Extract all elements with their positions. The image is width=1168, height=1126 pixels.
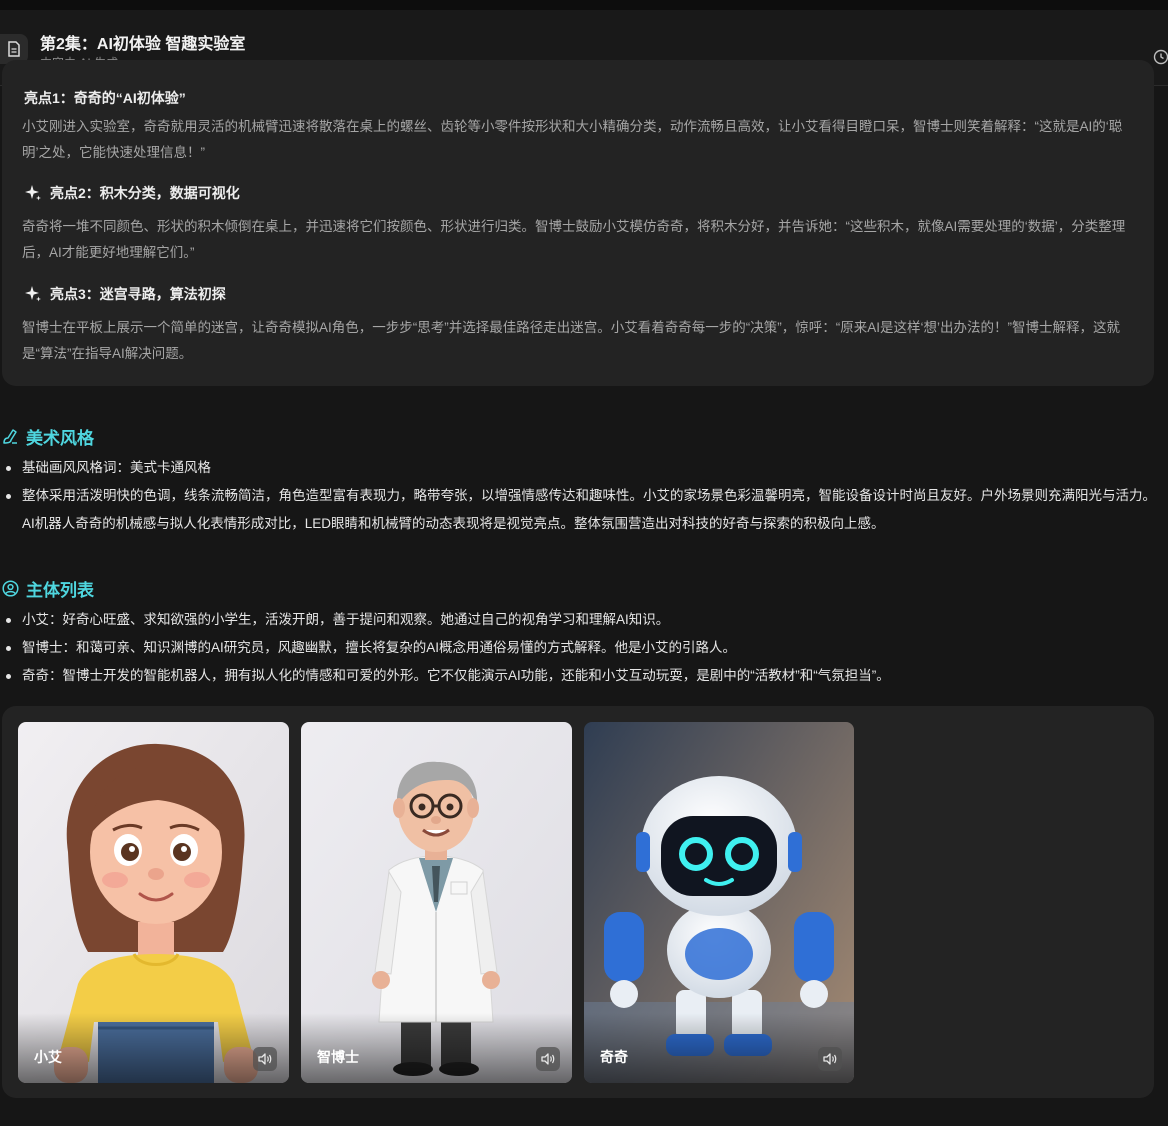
highlight-3-title: 亮点3：迷宫寻路，算法初探 — [24, 284, 226, 304]
speaker-icon[interactable] — [536, 1047, 560, 1071]
highlight-1-title: 亮点1：奇奇的“AI初体验” — [24, 90, 186, 106]
character-name: 小艾 — [34, 1049, 62, 1065]
history-icon[interactable] — [1152, 49, 1168, 65]
highlight-1-desc: 小艾刚进入实验室，奇奇就用灵活的机械臂迅速将散落在桌上的螺丝、齿轮等小零件按形状… — [22, 119, 1123, 160]
character-card-xiaoai[interactable]: 小艾 — [18, 722, 289, 1083]
character-card-zhiboshi[interactable]: 智博士 — [301, 722, 572, 1083]
page-title: 第2集：AI初体验 智趣实验室 — [40, 36, 246, 53]
character-name: 奇奇 — [600, 1049, 628, 1065]
subjects-list: 小艾：好奇心旺盛、求知欲强的小学生，活泼开朗，善于提问和观察。她通过自己的视角学… — [0, 606, 1160, 690]
highlight-2-title: 亮点2：积木分类，数据可视化 — [24, 183, 240, 203]
highlight-3-label: 亮点3：迷宫寻路，算法初探 — [50, 286, 226, 302]
top-strip — [0, 0, 1168, 10]
sparkle-icon — [25, 286, 41, 302]
highlight-2-label: 亮点2：积木分类，数据可视化 — [50, 185, 240, 201]
list-item: 奇奇：智博士开发的智能机器人，拥有拟人化的情感和可爱的外形。它不仅能演示AI功能… — [0, 662, 1160, 690]
speaker-icon[interactable] — [253, 1047, 277, 1071]
brush-icon — [3, 429, 17, 444]
character-name: 智博士 — [317, 1049, 359, 1065]
character-card-qiqi[interactable]: 奇奇 — [584, 722, 854, 1083]
speaker-icon[interactable] — [818, 1047, 842, 1071]
list-item: 小艾：好奇心旺盛、求知欲强的小学生，活泼开朗，善于提问和观察。她通过自己的视角学… — [0, 606, 1160, 634]
subjects-heading: 主体列表 — [2, 576, 94, 601]
list-item: 智博士：和蔼可亲、知识渊博的AI研究员，风趣幽默，擅长将复杂的AI概念用通俗易懂… — [0, 634, 1160, 662]
user-circle-icon — [2, 580, 19, 597]
art-style-title: 美术风格 — [26, 429, 94, 448]
list-item: 整体采用活泼明快的色调，线条流畅简洁，角色造型富有表现力，略带夸张，以增强情感传… — [0, 482, 1160, 538]
subjects-title: 主体列表 — [26, 581, 94, 600]
art-style-heading: 美术风格 — [2, 424, 94, 449]
list-item: 基础画风风格词：美式卡通风格 — [0, 454, 1160, 482]
sparkle-icon — [25, 185, 41, 201]
highlight-3-desc: 智博士在平板上展示一个简单的迷宫，让奇奇模拟AI角色，一步步“思考”并选择最佳路… — [22, 320, 1120, 361]
art-style-list: 基础画风风格词：美式卡通风格 整体采用活泼明快的色调，线条流畅简洁，角色造型富有… — [0, 454, 1160, 538]
highlight-2-desc: 奇奇将一堆不同颜色、形状的积木倾倒在桌上，并迅速将它们按颜色、形状进行归类。智博… — [22, 219, 1126, 260]
